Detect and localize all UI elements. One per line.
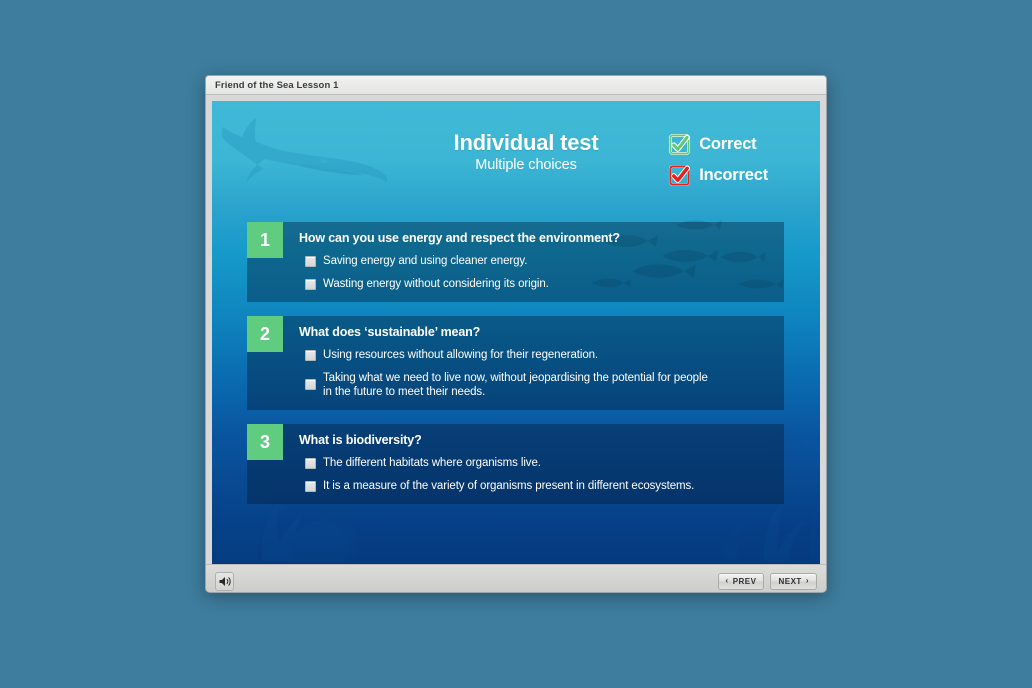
next-button[interactable]: NEXT › — [770, 572, 817, 590]
option-label: Taking what we need to live now, without… — [323, 372, 708, 399]
question-number-badge: 2 — [247, 316, 283, 353]
next-button-label: NEXT — [778, 576, 802, 586]
prev-button-label: PREV — [732, 576, 757, 586]
legend-item-incorrect: Incorrect — [668, 164, 768, 187]
question-text: What is biodiversity? — [299, 433, 422, 448]
sound-toggle-button[interactable] — [215, 571, 234, 591]
window-titlebar: Friend of the Sea Lesson 1 — [206, 76, 826, 95]
option-checkbox[interactable] — [305, 458, 316, 470]
question-number-badge: 1 — [247, 222, 283, 258]
window-title: Friend of the Sea Lesson 1 — [215, 79, 339, 91]
option-checkbox[interactable] — [305, 279, 316, 291]
legend: Correct Incorrect — [668, 133, 768, 187]
questions-list: 1 How can you use energy and respect the… — [247, 222, 784, 518]
option-row[interactable]: Taking what we need to live now, without… — [305, 371, 772, 399]
question-number-badge: 3 — [247, 424, 283, 461]
option-row[interactable]: Using resources without allowing for the… — [305, 348, 772, 362]
checkbox-checked-green-icon — [669, 133, 691, 156]
question-text: How can you use energy and respect the e… — [299, 231, 620, 245]
option-row[interactable]: Saving energy and using cleaner energy. — [305, 254, 772, 268]
option-row[interactable]: It is a measure of the variety of organi… — [305, 479, 772, 493]
slide-stage: Individual test Multiple choices Correct — [212, 101, 820, 564]
prev-button[interactable]: ‹ PREV — [717, 572, 765, 590]
slide-header: Individual test Multiple choices Correct — [212, 101, 820, 209]
application-window: Friend of the Sea Lesson 1 Individual te… — [205, 75, 827, 593]
slide-stage-wrapper: Individual test Multiple choices Correct — [206, 95, 826, 564]
legend-label-correct: Correct — [699, 135, 757, 153]
option-checkbox[interactable] — [305, 379, 316, 391]
chevron-right-icon: › — [805, 576, 809, 585]
option-row[interactable]: The different habitats where organisms l… — [305, 456, 772, 470]
legend-item-correct: Correct — [668, 133, 768, 156]
speaker-icon — [219, 576, 231, 586]
chevron-left-icon: ‹ — [725, 576, 729, 585]
question-block-3: 3 What is biodiversity? The different ha… — [247, 424, 784, 505]
question-options: Saving energy and using cleaner energy. … — [299, 254, 772, 291]
option-label: Saving energy and using cleaner energy. — [323, 255, 528, 267]
option-checkbox[interactable] — [305, 256, 316, 267]
player-footer: ‹ PREV NEXT › — [206, 564, 826, 592]
question-options: The different habitats where organisms l… — [299, 456, 772, 493]
option-label: Wasting energy without considering its o… — [323, 278, 549, 291]
question-block-2: 2 What does ‘sustainable’ mean? Using re… — [247, 316, 784, 411]
option-label: The different habitats where organisms l… — [323, 457, 541, 470]
question-block-1: 1 How can you use energy and respect the… — [247, 222, 784, 303]
option-checkbox[interactable] — [305, 350, 316, 362]
option-row[interactable]: Wasting energy without considering its o… — [305, 277, 772, 291]
checkbox-checked-red-icon — [669, 164, 691, 187]
option-checkbox[interactable] — [305, 481, 316, 493]
navigation-buttons: ‹ PREV NEXT › — [717, 572, 817, 590]
question-options: Using resources without allowing for the… — [299, 348, 772, 399]
option-label: It is a measure of the variety of organi… — [323, 480, 695, 493]
question-text: What does ‘sustainable’ mean? — [299, 325, 481, 340]
legend-label-incorrect: Incorrect — [699, 166, 768, 184]
option-label: Using resources without allowing for the… — [323, 349, 599, 362]
